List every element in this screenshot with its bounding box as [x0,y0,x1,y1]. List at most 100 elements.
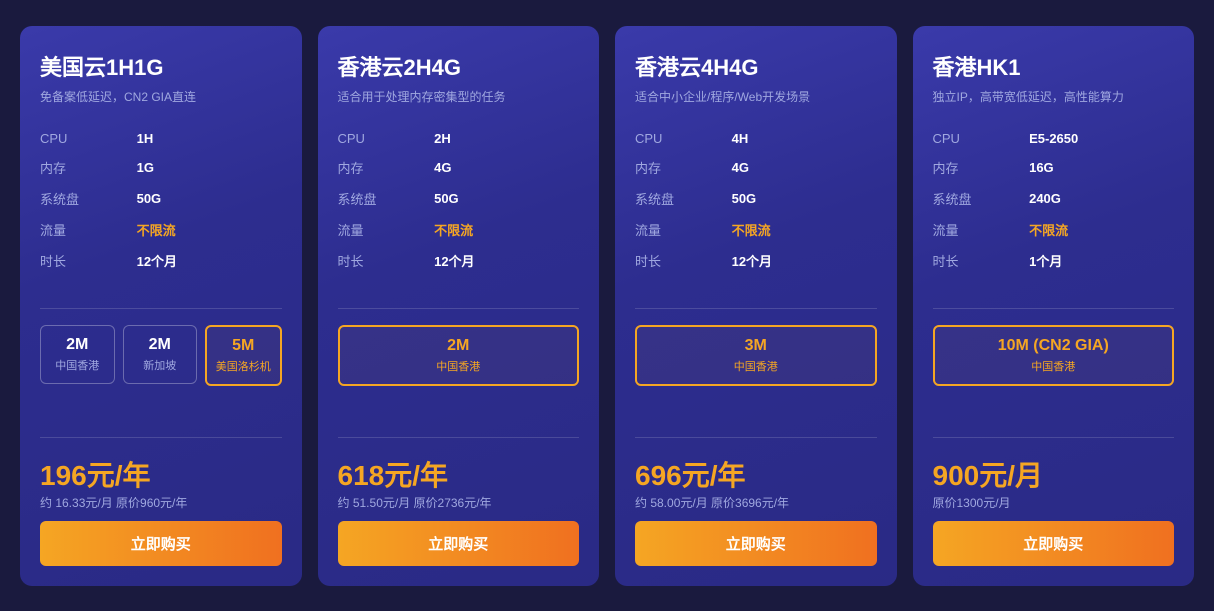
spec-label: 流量 [933,214,1030,245]
bandwidth-location: 新加坡 [130,357,191,373]
card-subtitle: 适合中小企业/程序/Web开发场景 [635,88,877,105]
bandwidth-option[interactable]: 10M (CN2 GIA) 中国香港 [933,325,1175,386]
price-section: 900元/月原价1300元/月立即购买 [933,454,1175,566]
price-main: 900元/月 [933,454,1175,494]
bandwidth-option[interactable]: 2M 中国香港 [40,325,115,384]
buy-button[interactable]: 立即购买 [40,521,282,566]
spec-value: 16G [1029,152,1174,183]
divider [933,437,1175,438]
buy-button[interactable]: 立即购买 [338,521,580,566]
spec-row: 系统盘50G [338,183,580,214]
spec-row: 系统盘240G [933,183,1175,214]
bandwidth-option[interactable]: 2M 中国香港 [338,325,580,386]
spec-value: 12个月 [434,245,579,276]
spec-value: 12个月 [137,245,282,276]
spec-row: 时长12个月 [338,245,580,276]
price-sub: 约 16.33元/月 原价960元/年 [40,494,282,511]
buy-button[interactable]: 立即购买 [933,521,1175,566]
price-main: 196元/年 [40,454,282,494]
spec-row: CPU2H [338,125,580,152]
spec-value: 2H [434,125,579,152]
bandwidth-option[interactable]: 2M 新加坡 [123,325,198,384]
spec-value: 240G [1029,183,1174,214]
bandwidth-option[interactable]: 3M 中国香港 [635,325,877,386]
spec-value: 不限流 [1029,214,1174,245]
spec-label: 内存 [933,152,1030,183]
specs-table: CPU1H内存1G系统盘50G流量不限流时长12个月 [40,125,282,276]
spec-value: 1H [137,125,282,152]
spec-row: 时长1个月 [933,245,1175,276]
spec-row: 内存16G [933,152,1175,183]
price-main: 618元/年 [338,454,580,494]
card-hk-hk1: 香港HK1 独立IP，高带宽低延迟，高性能算力 CPUE5-2650内存16G系统盘… [913,26,1195,586]
spec-row: 流量不限流 [338,214,580,245]
spec-row: 内存1G [40,152,282,183]
spec-row: 内存4G [338,152,580,183]
bandwidth-value: 3M [643,337,869,355]
spec-row: 流量不限流 [635,214,877,245]
spec-label: 内存 [40,152,137,183]
spec-value: 50G [434,183,579,214]
card-title: 香港云4H4G [635,50,877,82]
price-sub: 原价1300元/月 [933,494,1175,511]
bandwidth-value: 2M [346,337,572,355]
bandwidth-value: 10M (CN2 GIA) [941,337,1167,355]
bandwidth-location: 美国洛杉机 [213,358,274,374]
bandwidth-value: 2M [130,336,191,354]
spec-value: 不限流 [137,214,282,245]
spec-label: 流量 [635,214,732,245]
spec-label: 内存 [635,152,732,183]
card-subtitle: 适合用于处理内存密集型的任务 [338,88,580,105]
spec-row: 内存4G [635,152,877,183]
card-subtitle: 独立IP，高带宽低延迟，高性能算力 [933,88,1175,105]
spec-label: 流量 [338,214,435,245]
divider [40,308,282,309]
spec-label: 系统盘 [40,183,137,214]
bandwidth-section: 2M 中国香港 [338,325,580,405]
card-us-1h1g: 美国云1H1G免备案低延迟，CN2 GIA直连CPU1H内存1G系统盘50G流量… [20,26,302,586]
card-hk-2h4g: 香港云2H4G 适合用于处理内存密集型的任务 CPU2H内存4G系统盘50G流量不限… [318,26,600,586]
spec-label: 系统盘 [933,183,1030,214]
divider [635,437,877,438]
spec-label: 系统盘 [635,183,732,214]
price-section: 696元/年约 58.00元/月 原价3696元/年立即购买 [635,454,877,566]
spec-value: E5-2650 [1029,125,1174,152]
spec-label: 时长 [933,245,1030,276]
spec-label: 时长 [338,245,435,276]
spec-value: 50G [732,183,877,214]
card-title: 美国云1H1G [40,50,282,82]
spec-label: CPU [40,125,137,152]
spec-label: CPU [635,125,732,152]
spec-row: 时长12个月 [635,245,877,276]
spec-row: CPUE5-2650 [933,125,1175,152]
spec-row: 系统盘50G [40,183,282,214]
cards-container: 美国云1H1G免备案低延迟，CN2 GIA直连CPU1H内存1G系统盘50G流量… [20,26,1194,586]
price-main: 696元/年 [635,454,877,494]
spec-label: 时长 [635,245,732,276]
spec-label: 流量 [40,214,137,245]
spec-row: 流量不限流 [40,214,282,245]
card-title: 香港云2H4G [338,50,580,82]
divider [338,308,580,309]
spec-value: 4H [732,125,877,152]
spec-row: 流量不限流 [933,214,1175,245]
spec-value: 50G [137,183,282,214]
bandwidth-value: 2M [47,336,108,354]
bandwidth-option[interactable]: 5M 美国洛杉机 [205,325,282,386]
spec-label: 时长 [40,245,137,276]
bandwidth-value: 5M [213,337,274,355]
buy-button[interactable]: 立即购买 [635,521,877,566]
bandwidth-section: 10M (CN2 GIA) 中国香港 [933,325,1175,405]
spec-label: 系统盘 [338,183,435,214]
bandwidth-location: 中国香港 [47,357,108,373]
bandwidth-location: 中国香港 [346,358,572,374]
spec-value: 1G [137,152,282,183]
spec-label: CPU [338,125,435,152]
price-sub: 约 51.50元/月 原价2736元/年 [338,494,580,511]
card-title: 香港HK1 [933,50,1175,82]
divider [635,308,877,309]
spec-value: 不限流 [732,214,877,245]
specs-table: CPUE5-2650内存16G系统盘240G流量不限流时长1个月 [933,125,1175,276]
bandwidth-location: 中国香港 [941,358,1167,374]
bandwidth-location: 中国香港 [643,358,869,374]
